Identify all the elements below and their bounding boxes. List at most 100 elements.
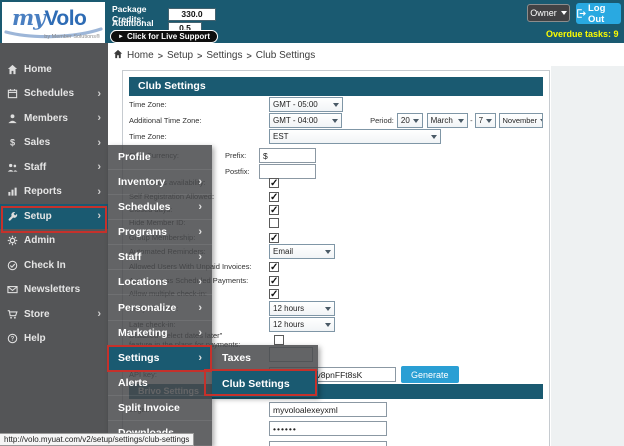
sidebar-item-schedules[interactable]: Schedules› [0,82,108,107]
sidebar-item-check-in[interactable]: Check In [0,253,108,278]
chevron-down-icon [333,103,339,107]
top-header: myVolo by Member Solutions® Package Cred… [0,0,624,43]
period-end-day-select[interactable]: 7 [475,113,496,128]
sidebar-item-label: Newsletters [24,284,80,295]
chevron-right-icon: › [97,187,101,197]
chevron-down-icon [325,250,331,254]
annotation-box-setup [1,206,107,233]
live-support-button[interactable]: ► Click for Live Support [110,30,218,43]
play-icon: ► [118,34,124,40]
sidebar-item-help[interactable]: ? Help [0,327,108,352]
calendar-icon [7,88,24,99]
login-input[interactable] [269,402,387,417]
chevron-down-icon [458,119,464,123]
sidebar-item-members[interactable]: Members› [0,106,108,131]
extra-input[interactable] [269,441,387,446]
page: myVolo by Member Solutions® Package Cred… [0,0,624,446]
owner-dropdown[interactable]: Owner [527,4,570,22]
dollar-icon: $ [7,137,24,148]
breadcrumb-separator: > [197,51,202,61]
chevron-right-icon: › [198,227,202,237]
submenu-item-label: Taxes [222,352,251,364]
flyout-item-marketing[interactable]: Marketing› [108,321,212,346]
flyout-item-programs[interactable]: Programs› [108,220,212,245]
chevron-right-icon: › [97,309,101,319]
panel-title: Club Settings [129,77,543,96]
chevron-down-icon [413,119,419,123]
flyout-item-label: Locations [118,276,168,288]
home-icon [7,64,24,75]
flyout-item-label: Inventory [118,176,165,188]
person-icon [7,113,24,124]
time-zone-name-label: Time Zone: [129,132,269,141]
chevron-down-icon [325,307,331,311]
envelope-icon [7,284,24,295]
multiple-checkin-checkbox[interactable]: ✓ [269,289,279,299]
group-membership-checkbox[interactable]: ✓ [269,233,279,243]
logout-button[interactable]: Log Out [576,3,621,24]
period-end-month-select[interactable]: November [499,113,544,128]
time-zone-name-select[interactable]: EST [269,129,441,144]
sidebar-item-label: Staff [24,162,46,173]
early-checkin-select[interactable]: 12 hours [269,301,335,316]
question-icon: ? [7,333,24,344]
flyout-item-inventory[interactable]: Inventory› [108,170,212,195]
time-zone-select[interactable]: GMT - 05:00 [269,97,343,112]
myvolo-logo[interactable]: myVolo by Member Solutions® [2,2,105,43]
period-start-month-select[interactable]: March [427,113,469,128]
status-url: http://volo.myuat.com/v2/setup/settings/… [0,433,194,446]
submenu-item-taxes[interactable]: Taxes [212,345,318,371]
generate-button[interactable]: Generate [401,366,459,383]
hide-member-id-checkbox[interactable] [269,218,279,228]
chevron-down-icon [540,119,543,123]
breadcrumb-home-icon[interactable] [113,49,123,62]
flyout-item-profile[interactable]: Profile [108,145,212,170]
prefix-input[interactable] [259,148,316,163]
closed-days-checkbox[interactable]: ✓ [269,205,279,215]
breadcrumb-link-home[interactable]: Home [127,50,154,61]
setup-flyout-menu: ProfileInventory›Schedules›Programs›Staf… [108,145,212,446]
chevron-right-icon: › [198,252,202,262]
breadcrumb-link-settings[interactable]: Settings [206,50,242,61]
sidebar-item-newsletters[interactable]: Newsletters [0,278,108,303]
flyout-item-personalize[interactable]: Personalize› [108,295,212,320]
breadcrumb-link-setup[interactable]: Setup [167,50,193,61]
sidebar-item-home[interactable]: Home [0,57,108,82]
chart-icon [7,186,24,197]
password-input[interactable] [269,421,387,436]
select-dates-later-checkbox[interactable] [274,335,284,345]
flyout-item-staff[interactable]: Staff › [108,245,212,270]
page-background-strip [551,66,624,446]
sidebar-item-sales[interactable]: $Sales› [0,131,108,156]
chevron-down-icon [431,135,437,139]
automated-reminders-select[interactable]: Email [269,244,335,259]
sidebar-item-label: Members [24,113,68,124]
sidebar-item-label: Help [24,333,46,344]
sidebar-item-staff[interactable]: Staff› [0,155,108,180]
svg-text:$: $ [10,138,15,148]
time-zone-label: Time Zone: [129,100,269,109]
class-availability-checkbox[interactable]: ✓ [269,178,279,188]
chevron-right-icon: › [97,138,101,148]
sidebar-item-store[interactable]: Store › [0,302,108,327]
additional-time-zone-select[interactable]: GMT - 04:00 [269,113,342,128]
self-registration-checkbox[interactable]: ✓ [269,192,279,202]
breadcrumb-link-club-settings[interactable]: Club Settings [256,50,315,61]
sidebar-item-reports[interactable]: Reports› [0,180,108,205]
unpaid-invoices-checkbox[interactable]: ✓ [269,262,279,272]
flyout-item-alerts[interactable]: Alerts [108,371,212,396]
period-label: Period: [370,116,394,125]
sidebar-item-label: Store [24,309,50,320]
period-start-day-select[interactable]: 20 [397,113,423,128]
live-support-label: Click for Live Support [127,32,210,41]
flyout-item-label: Alerts [118,377,148,389]
sidebar-item-label: Home [24,64,52,75]
people-icon [7,162,24,173]
flyout-item-locations[interactable]: Locations› [108,270,212,295]
flyout-item-split-invoice[interactable]: Split Invoice [108,396,212,421]
gear-icon [7,235,24,246]
svg-text:?: ? [11,337,15,343]
auto-process-checkbox[interactable]: ✓ [269,276,279,286]
flyout-item-label: Staff [118,251,141,263]
flyout-item-schedules[interactable]: Schedules› [108,195,212,220]
